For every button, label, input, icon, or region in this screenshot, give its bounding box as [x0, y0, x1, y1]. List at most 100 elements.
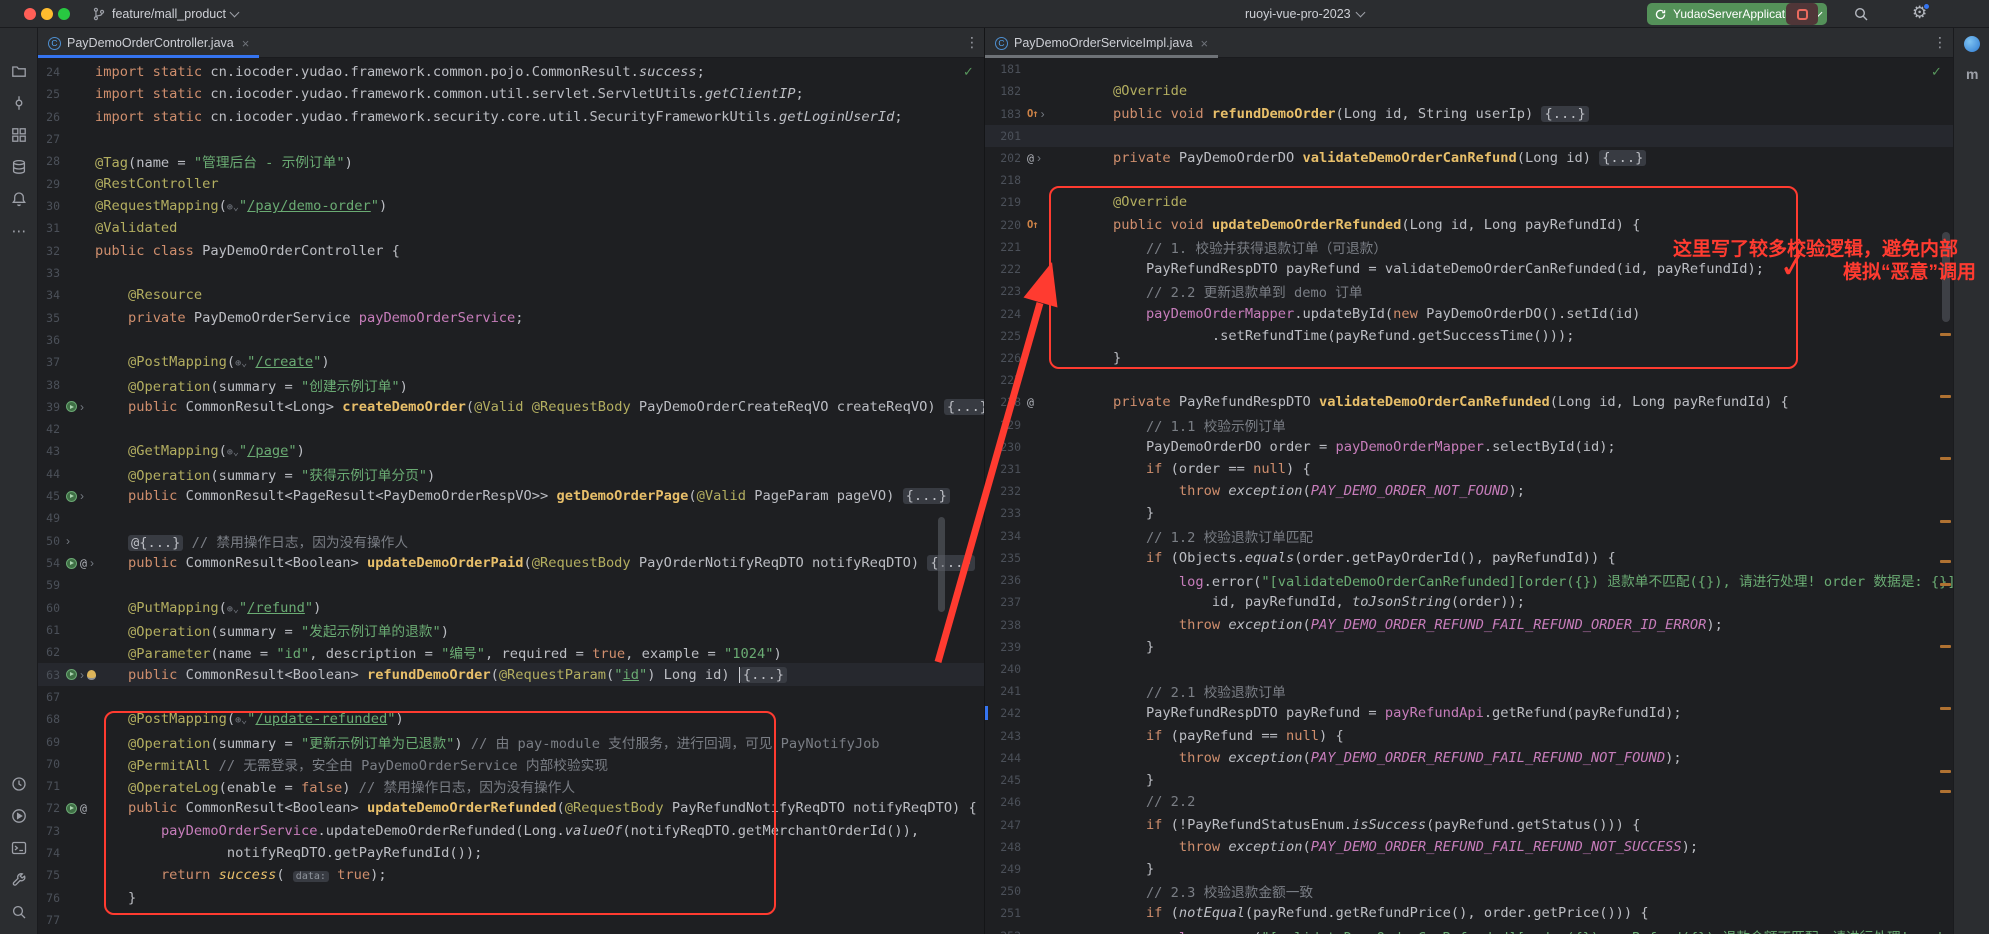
code-line-234[interactable]: 234 // 1.2 校验退款订单匹配 — [985, 525, 1953, 547]
search-everywhere-icon[interactable] — [11, 903, 28, 920]
code-line-33[interactable]: 33 — [38, 262, 984, 284]
code-line-59[interactable]: 59 — [38, 574, 984, 596]
code-line-235[interactable]: 235 if (Objects.equals(order.getPayOrder… — [985, 547, 1953, 569]
code-line-35[interactable]: 35 private PayDemoOrderService payDemoOr… — [38, 306, 984, 328]
code-line-221[interactable]: 221 // 1. 校验并获得退款订单（可退款） — [985, 236, 1953, 258]
stripe-mark[interactable] — [1940, 333, 1951, 336]
project-folder-icon[interactable] — [11, 62, 28, 79]
code-editor-right[interactable]: 181182 @Override183O↑› public void refun… — [985, 58, 1953, 934]
code-line-44[interactable]: 44 @Operation(summary = "获得示例订单分页") — [38, 463, 984, 485]
line-number[interactable]: 242 — [985, 706, 1025, 720]
line-number[interactable]: 234 — [985, 529, 1025, 543]
close-window-button[interactable] — [24, 8, 36, 20]
code-line-225[interactable]: 225 .setRefundTime(payRefund.getSuccessT… — [985, 325, 1953, 347]
line-number[interactable]: 69 — [38, 735, 64, 749]
line-number[interactable]: 44 — [38, 467, 64, 481]
code-line-230[interactable]: 230 PayDemoOrderDO order = payDemoOrderM… — [985, 436, 1953, 458]
line-number[interactable]: 236 — [985, 573, 1025, 587]
line-number[interactable]: 246 — [985, 795, 1025, 809]
gradle-notification-icon[interactable] — [1964, 36, 1980, 52]
line-number[interactable]: 43 — [38, 444, 64, 458]
notifications-bell-icon[interactable] — [11, 190, 28, 207]
history-clock-icon[interactable] — [11, 775, 28, 792]
line-number[interactable]: 50 — [38, 534, 64, 548]
line-number[interactable]: 24 — [38, 65, 64, 79]
database-icon[interactable] — [11, 158, 28, 175]
line-number[interactable]: 60 — [38, 601, 64, 615]
line-number[interactable]: 31 — [38, 221, 64, 235]
code-line-251[interactable]: 251 if (notEqual(payRefund.getRefundPric… — [985, 902, 1953, 924]
line-number[interactable]: 74 — [38, 846, 64, 860]
fold-arrow-icon[interactable]: › — [1041, 107, 1045, 121]
override-gutter-icon[interactable]: O↑ — [1027, 219, 1038, 231]
line-number[interactable]: 232 — [985, 484, 1025, 498]
code-line-247[interactable]: 247 if (!PayRefundStatusEnum.isSuccess(p… — [985, 813, 1953, 835]
line-number[interactable]: 61 — [38, 623, 64, 637]
stripe-mark[interactable] — [1940, 790, 1951, 793]
line-number[interactable]: 230 — [985, 440, 1025, 454]
code-line-36[interactable]: 36 — [38, 329, 984, 351]
fold-arrow-icon[interactable]: › — [80, 400, 84, 414]
project-widget[interactable]: ruoyi-vue-pro-2023 — [1245, 4, 1364, 24]
line-number[interactable]: 70 — [38, 757, 64, 771]
line-number[interactable]: 241 — [985, 684, 1025, 698]
line-number[interactable]: 249 — [985, 862, 1025, 876]
annotation-gutter-icon[interactable]: @ — [80, 556, 87, 570]
code-line-231[interactable]: 231 if (order == null) { — [985, 458, 1953, 480]
code-line-38[interactable]: 38 @Operation(summary = "创建示例订单") — [38, 373, 984, 395]
scrollbar-thumb[interactable] — [938, 517, 945, 612]
code-line-39[interactable]: 39› public CommonResult<Long> createDemo… — [38, 396, 984, 418]
stripe-mark[interactable] — [1940, 520, 1951, 523]
terminal-icon[interactable] — [11, 839, 28, 856]
line-number[interactable]: 27 — [38, 132, 64, 146]
line-number[interactable]: 59 — [38, 578, 64, 592]
git-branch-widget[interactable]: feature/mall_product — [84, 3, 244, 25]
code-line-50[interactable]: 50› @{...} // 禁用操作日志，因为没有操作人 — [38, 530, 984, 552]
line-number[interactable]: 75 — [38, 868, 64, 882]
line-number[interactable]: 25 — [38, 87, 64, 101]
line-number[interactable]: 245 — [985, 773, 1025, 787]
run-gutter-icon[interactable] — [66, 669, 77, 680]
code-line-229[interactable]: 229 // 1.1 校验示例订单 — [985, 414, 1953, 436]
code-line-201[interactable]: 201 — [985, 125, 1953, 147]
code-line-73[interactable]: 73 payDemoOrderService.updateDemoOrderRe… — [38, 820, 984, 842]
line-number[interactable]: 238 — [985, 618, 1025, 632]
code-line-228[interactable]: 228@ private PayRefundRespDTO validateDe… — [985, 391, 1953, 413]
code-line-68[interactable]: 68 @PostMapping(⊕⌄"/update-refunded") — [38, 708, 984, 730]
line-number[interactable]: 228 — [985, 395, 1025, 409]
code-line-220[interactable]: 220O↑ public void updateDemoOrderRefunde… — [985, 214, 1953, 236]
fold-arrow-icon[interactable]: › — [90, 556, 94, 570]
code-line-42[interactable]: 42 — [38, 418, 984, 440]
line-number[interactable]: 229 — [985, 418, 1025, 432]
line-number[interactable]: 251 — [985, 906, 1025, 920]
tab-options-icon[interactable]: ⋮ — [965, 34, 979, 51]
code-line-240[interactable]: 240 — [985, 658, 1953, 680]
tab-options-icon[interactable]: ⋮ — [1933, 34, 1947, 51]
line-number[interactable]: 201 — [985, 129, 1025, 143]
override-gutter-icon[interactable]: O↑ — [1027, 108, 1038, 120]
line-number[interactable]: 233 — [985, 506, 1025, 520]
code-line-69[interactable]: 69 @Operation(summary = "更新示例订单为已退款") //… — [38, 730, 984, 752]
code-line-242[interactable]: 242 PayRefundRespDTO payRefund = payRefu… — [985, 702, 1953, 724]
build-wrench-icon[interactable] — [11, 871, 28, 888]
maven-icon[interactable]: m — [1966, 66, 1978, 82]
code-line-27[interactable]: 27 — [38, 128, 984, 150]
line-number[interactable]: 72 — [38, 801, 64, 815]
line-number[interactable]: 36 — [38, 333, 64, 347]
code-line-223[interactable]: 223 // 2.2 更新退款单到 demo 订单 — [985, 280, 1953, 302]
annotation-gutter-icon[interactable]: @ — [1027, 151, 1034, 165]
stripe-mark[interactable] — [1940, 583, 1951, 586]
line-number[interactable]: 71 — [38, 779, 64, 793]
code-line-227[interactable]: 227 — [985, 369, 1953, 391]
code-line-31[interactable]: 31@Validated — [38, 217, 984, 239]
line-number[interactable]: 239 — [985, 640, 1025, 654]
line-number[interactable]: 49 — [38, 511, 64, 525]
line-number[interactable]: 247 — [985, 818, 1025, 832]
stripe-mark[interactable] — [1940, 560, 1951, 563]
stripe-mark[interactable] — [1940, 770, 1951, 773]
commit-icon[interactable] — [11, 94, 28, 111]
line-number[interactable]: 29 — [38, 177, 64, 191]
stripe-mark[interactable] — [1940, 707, 1951, 710]
line-number[interactable]: 33 — [38, 266, 64, 280]
code-line-60[interactable]: 60 @PutMapping(⊕⌄"/refund") — [38, 597, 984, 619]
